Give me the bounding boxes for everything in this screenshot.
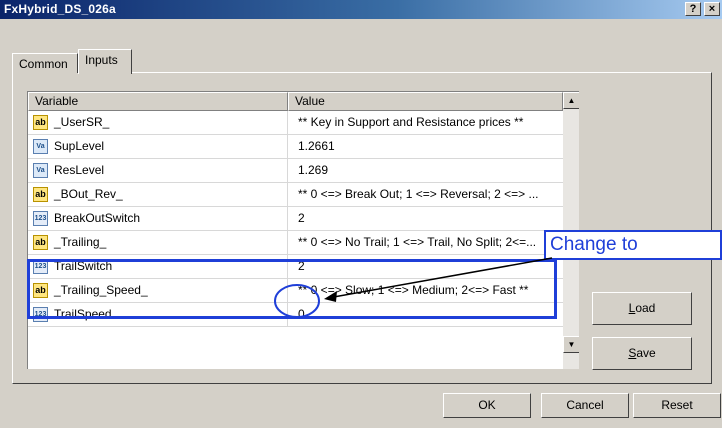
table-row[interactable]: ab _Trailing_ ** 0 <=> No Trail; 1 <=> Tr…: [28, 231, 563, 255]
title-bar: FxHybrid_DS_026a ? ×: [0, 0, 722, 19]
variable-name: TrailSpeed: [54, 307, 112, 321]
variable-name: TrailSwitch: [54, 259, 113, 273]
table-row[interactable]: 123 TrailSpeed 0: [28, 303, 563, 327]
variable-value[interactable]: 2: [290, 255, 562, 278]
variable-name: SupLevel: [54, 139, 105, 153]
tab-common[interactable]: Common: [12, 53, 78, 73]
variable-name: _Trailing_Speed_: [54, 283, 148, 297]
annotation-callout: Change to: [544, 230, 722, 260]
table-row[interactable]: ab _UserSR_ ** Key in Support and Resista…: [28, 111, 563, 135]
variable-name: _Trailing_: [54, 235, 107, 249]
save-label-rest: ave: [636, 346, 656, 360]
variable-name: BreakOutSwitch: [54, 211, 141, 225]
column-header-value[interactable]: Value: [288, 92, 563, 111]
variable-value[interactable]: 0: [290, 303, 562, 326]
tab-inputs[interactable]: Inputs: [78, 49, 132, 74]
variable-value[interactable]: 2: [290, 207, 562, 230]
close-button[interactable]: ×: [704, 2, 720, 16]
ok-button[interactable]: OK: [443, 393, 531, 418]
load-button[interactable]: Load: [592, 292, 692, 325]
help-button[interactable]: ?: [685, 2, 701, 16]
variable-value[interactable]: ** 0 <=> Slow; 1 <=> Medium; 2<=> Fast *…: [290, 279, 562, 302]
window-title: FxHybrid_DS_026a: [4, 2, 116, 16]
integer-type-icon: 123: [33, 211, 48, 226]
table-row[interactable]: 123 BreakOutSwitch 2: [28, 207, 563, 231]
string-type-icon: ab: [33, 283, 48, 298]
table-row[interactable]: ab _Trailing_Speed_ ** 0 <=> Slow; 1 <=> …: [28, 279, 563, 303]
scroll-down-arrow-icon[interactable]: ▼: [563, 336, 579, 353]
variable-value[interactable]: 1.269: [290, 159, 562, 182]
table-row[interactable]: Va ResLevel 1.269: [28, 159, 563, 183]
variable-value[interactable]: ** Key in Support and Resistance prices …: [290, 111, 562, 134]
scroll-up-arrow-icon[interactable]: ▲: [563, 92, 579, 109]
save-button[interactable]: Save: [592, 337, 692, 370]
string-type-icon: ab: [33, 235, 48, 250]
load-label-rest: oad: [635, 301, 656, 315]
double-type-icon: Va: [33, 163, 48, 178]
cancel-button[interactable]: Cancel: [541, 393, 629, 418]
table-row[interactable]: Va SupLevel 1.2661: [28, 135, 563, 159]
integer-type-icon: 123: [33, 259, 48, 274]
string-type-icon: ab: [33, 115, 48, 130]
variable-name: ResLevel: [54, 163, 105, 177]
table-row[interactable]: 123 TrailSwitch 2: [28, 255, 563, 279]
table-row[interactable]: ab _BOut_Rev_ ** 0 <=> Break Out; 1 <=> R…: [28, 183, 563, 207]
reset-button[interactable]: Reset: [633, 393, 721, 418]
variable-name: _UserSR_: [54, 115, 110, 129]
inputs-grid: Variable Value ab _UserSR_ ** Key in Supp…: [27, 91, 579, 369]
string-type-icon: ab: [33, 187, 48, 202]
variable-value[interactable]: ** 0 <=> Break Out; 1 <=> Reversal; 2 <=…: [290, 183, 562, 206]
variable-value[interactable]: ** 0 <=> No Trail; 1 <=> Trail, No Split…: [290, 231, 562, 254]
variable-name: _BOut_Rev_: [54, 187, 123, 201]
integer-type-icon: 123: [33, 307, 48, 322]
variable-value[interactable]: 1.2661: [290, 135, 562, 158]
double-type-icon: Va: [33, 139, 48, 154]
column-header-variable[interactable]: Variable: [28, 92, 288, 111]
